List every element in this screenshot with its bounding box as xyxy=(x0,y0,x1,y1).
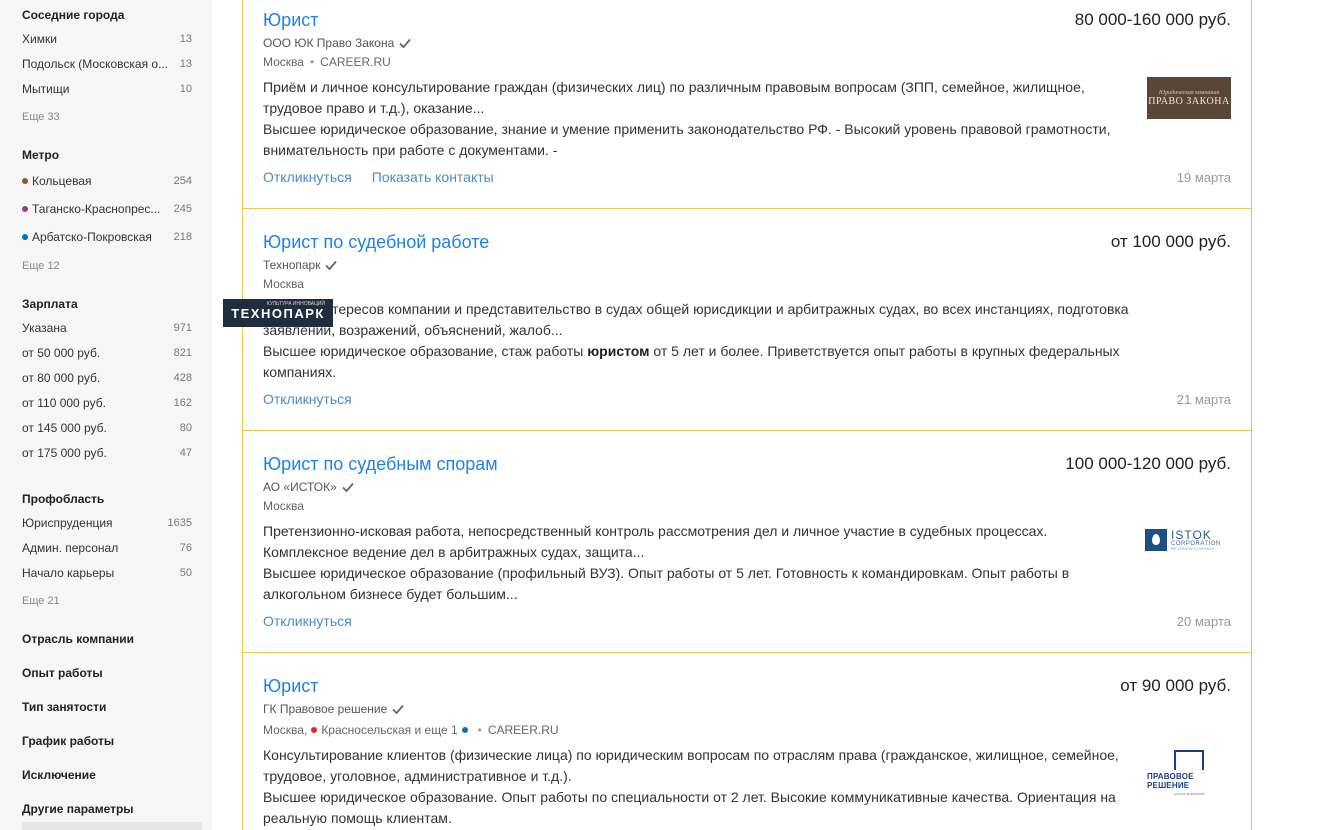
vacancy-salary: 80 000-160 000 руб. xyxy=(1074,10,1231,29)
metro-line-dot xyxy=(311,727,318,733)
vacancy-title-link[interactable]: Юрист по судебным спорам xyxy=(263,454,498,475)
vacancy-card: Юрист по судебным спорам 100 000-120 000… xyxy=(242,431,1252,653)
vacancy-date: 20 марта xyxy=(1176,614,1231,629)
respond-link[interactable]: Откликнуться xyxy=(263,613,352,629)
metro-title: Метро xyxy=(22,148,60,162)
vacancy-date: 19 марта xyxy=(1176,170,1231,185)
company-name[interactable]: ГК Правовое решение xyxy=(263,702,405,716)
vacancy-list: Юрист 80 000-160 000 руб. ООО ЮК Право З… xyxy=(223,0,1252,830)
company-name[interactable]: ООО ЮК Право Закона xyxy=(263,36,412,50)
profarea-title: Профобласть xyxy=(22,492,105,506)
vacancy-salary: от 90 000 руб. xyxy=(1120,676,1231,695)
filters-sidebar: Соседние города Химки 13 Подольск (Москов… xyxy=(0,0,212,830)
drop-icon xyxy=(1145,529,1167,551)
vacancy-description: Претензионно-исковая работа, непосредств… xyxy=(263,523,1070,602)
metro-line-dot xyxy=(22,178,28,184)
show-contacts-link[interactable]: Показать контакты xyxy=(372,169,494,185)
vacancy-meta: Москва • CAREER.RU xyxy=(263,55,391,69)
sidebar-cut-item xyxy=(22,822,202,830)
vacancy-salary: от 100 000 руб. xyxy=(1110,232,1231,251)
filter-item[interactable]: Кольцевая 254 xyxy=(22,174,192,188)
filter-item[interactable]: Начало карьеры 50 xyxy=(22,566,192,580)
salary-title: Зарплата xyxy=(22,297,78,311)
vacancy-meta: Москва, Красносельская и еще 1 • CAREER.R… xyxy=(263,723,559,737)
filter-section-employment[interactable]: Тип занятости xyxy=(22,700,106,714)
filter-item[interactable]: от 145 000 руб. 80 xyxy=(22,421,192,435)
company-logo[interactable]: ISTOK CORPORATION BEVERAGE COMPANY xyxy=(1145,523,1231,557)
company-logo[interactable]: КУЛЬТУРА ИННОВАЦИЙ ТЕХНОПАРК xyxy=(223,299,333,327)
show-more-link[interactable]: Еще 21 xyxy=(22,595,60,607)
filter-section-other[interactable]: Другие параметры xyxy=(22,802,134,816)
metro-line-dot xyxy=(22,234,28,240)
filter-item[interactable]: Подольск (Московская о... 13 xyxy=(22,57,192,71)
vacancy-salary: 100 000-120 000 руб. xyxy=(1065,454,1231,473)
filter-section-industry[interactable]: Отрасль компании xyxy=(22,632,134,646)
filter-item[interactable]: от 175 000 руб. 47 xyxy=(22,446,192,460)
filter-item[interactable]: Мытищи 10 xyxy=(22,82,192,96)
filter-section-experience[interactable]: Опыт работы xyxy=(22,666,103,680)
filter-item[interactable]: от 50 000 руб. 821 xyxy=(22,346,192,360)
metro-line-dot xyxy=(22,206,28,212)
vacancy-card: Юрист по судебной работе от 100 000 руб.… xyxy=(223,209,1252,431)
vacancy-title-link[interactable]: Юрист по судебной работе xyxy=(263,232,489,253)
vacancy-title-link[interactable]: Юрист xyxy=(263,10,319,31)
respond-link[interactable]: Откликнуться xyxy=(263,391,352,407)
vacancy-description: Консультирование клиентов (физические ли… xyxy=(263,747,1119,826)
vacancy-card: Юрист от 90 000 руб. ГК Правовое решение… xyxy=(242,653,1252,830)
verified-check-icon xyxy=(392,704,404,715)
verified-check-icon xyxy=(342,482,354,493)
vacancy-meta: Москва xyxy=(263,499,304,513)
company-name[interactable]: АО «ИСТОК» xyxy=(263,480,355,494)
filter-item[interactable]: Указана 971 xyxy=(22,321,192,335)
vacancy-date: 21 марта xyxy=(1176,392,1231,407)
vacancy-description: Защита интересов компании и представител… xyxy=(263,301,1129,380)
tower-icon xyxy=(1174,750,1204,770)
verified-check-icon xyxy=(325,260,338,271)
company-logo[interactable]: Юридическая компания ПРАВО ЗАКОНА xyxy=(1147,77,1231,119)
vacancy-title-link[interactable]: Юрист xyxy=(263,676,319,697)
show-more-link[interactable]: Еще 33 xyxy=(22,111,60,123)
filter-item[interactable]: Таганско-Краснопрес... 245 xyxy=(22,202,192,216)
metro-stations-link[interactable]: Красносельская и еще 1 xyxy=(321,723,457,737)
neighbor-cities-title: Соседние города xyxy=(22,8,125,22)
respond-link[interactable]: Откликнуться xyxy=(263,169,352,185)
company-name[interactable]: Технопарк xyxy=(263,258,338,272)
metro-line-dot xyxy=(461,727,468,733)
filter-item[interactable]: Юриспруденция 1635 xyxy=(22,516,192,530)
filter-section-exclusion[interactable]: Исключение xyxy=(22,768,96,782)
filter-section-schedule[interactable]: График работы xyxy=(22,734,114,748)
filter-item[interactable]: Админ. персонал 76 xyxy=(22,541,192,555)
vacancy-meta: Москва xyxy=(263,277,304,291)
show-more-link[interactable]: Еще 12 xyxy=(22,260,60,272)
filter-item[interactable]: от 80 000 руб. 428 xyxy=(22,371,192,385)
verified-check-icon xyxy=(399,38,411,49)
filter-item[interactable]: от 110 000 руб. 162 xyxy=(22,396,192,410)
company-logo[interactable]: ПРАВОВОЕ РЕШЕНИЕ группа компаний xyxy=(1147,745,1231,801)
vacancy-description: Приём и личное консультирование граждан … xyxy=(263,79,1111,158)
filter-item[interactable]: Арбатско-Покровская 218 xyxy=(22,230,192,244)
filter-item[interactable]: Химки 13 xyxy=(22,32,192,46)
vacancy-card: Юрист 80 000-160 000 руб. ООО ЮК Право З… xyxy=(242,0,1252,209)
